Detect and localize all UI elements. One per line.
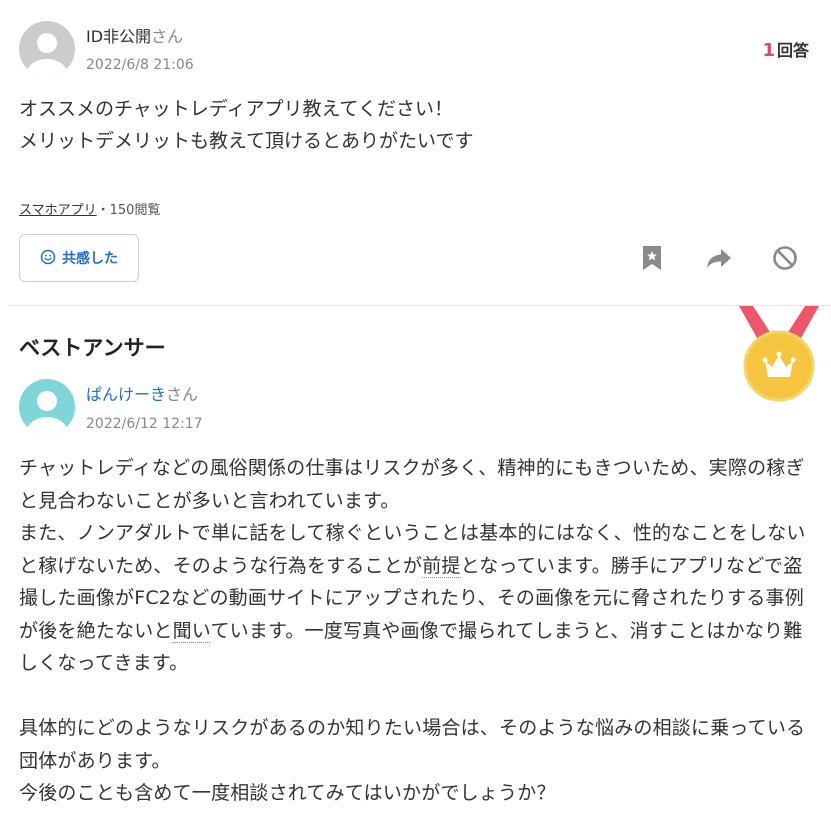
question-date: 2022/6/8 21:06 <box>86 57 194 73</box>
glossary-link-kiku[interactable]: 聞い <box>172 619 211 643</box>
share-icon[interactable] <box>703 240 735 276</box>
answer-count-label: 回答 <box>776 41 809 60</box>
empathy-button[interactable]: 共感した <box>19 234 139 282</box>
questioner-avatar[interactable] <box>19 21 75 77</box>
block-icon[interactable] <box>769 240 801 276</box>
glossary-link-zentei[interactable]: 前提 <box>422 554 461 578</box>
meta-separator: ・ <box>96 203 110 218</box>
question-section: ID非公開さん 2022/6/8 21:06 1 回答 オススメのチャットレディア… <box>0 0 831 306</box>
empathy-label: 共感した <box>62 250 118 266</box>
question-body: オススメのチャットレディアプリ教えてください！ メリットデメリットも教えて頂ける… <box>19 98 474 152</box>
answerer-name: ぱんけーきさん <box>86 381 198 405</box>
questioner-name: ID非公開さん <box>86 23 183 47</box>
view-count: 150閲覧 <box>109 203 161 218</box>
best-answer-title: ベストアンサー <box>19 336 166 360</box>
answerer-name-link[interactable]: ぱんけーき <box>86 385 166 404</box>
answerer-avatar[interactable] <box>19 379 75 435</box>
answer-paragraph-2: また、ノンアダルトで単に話をして稼ぐということは基本的にはなく、性的なことをしな… <box>19 517 809 680</box>
answer-count[interactable]: 1 回答 <box>762 37 809 61</box>
answer-paragraph-1: チャットレディなどの風俗関係の仕事はリスクが多く、精神的にもきついため、実際の稼… <box>19 457 805 512</box>
answerer-suffix: さん <box>166 385 199 404</box>
answer-date: 2022/6/12 12:17 <box>86 416 203 432</box>
questioner-suffix: さん <box>151 27 184 46</box>
answer-count-number: 1 <box>762 40 775 61</box>
smile-icon <box>40 249 56 268</box>
answer-paragraph-4: 今後のことも含めて一度相談されてみてはいかがでしょうか？ <box>19 782 556 804</box>
best-answer-section: ベストアンサー ぱんけーきさん 2022/6/12 12:17 チャットレディな… <box>0 306 831 831</box>
questioner-name-text: ID非公開 <box>86 27 152 46</box>
answer-body: チャットレディなどの風俗関係の仕事はリスクが多く、精神的にもきついため、実際の稼… <box>19 452 809 810</box>
question-meta: スマホアプリ・150閲覧 <box>19 199 160 218</box>
crown-medal-icon <box>739 306 819 402</box>
bookmark-icon[interactable] <box>636 240 668 276</box>
category-link[interactable]: スマホアプリ <box>19 203 97 218</box>
answer-paragraph-3: 具体的にどのようなリスクがあるのか知りたい場合は、そのような悩みの相談に乗ってい… <box>19 717 806 772</box>
